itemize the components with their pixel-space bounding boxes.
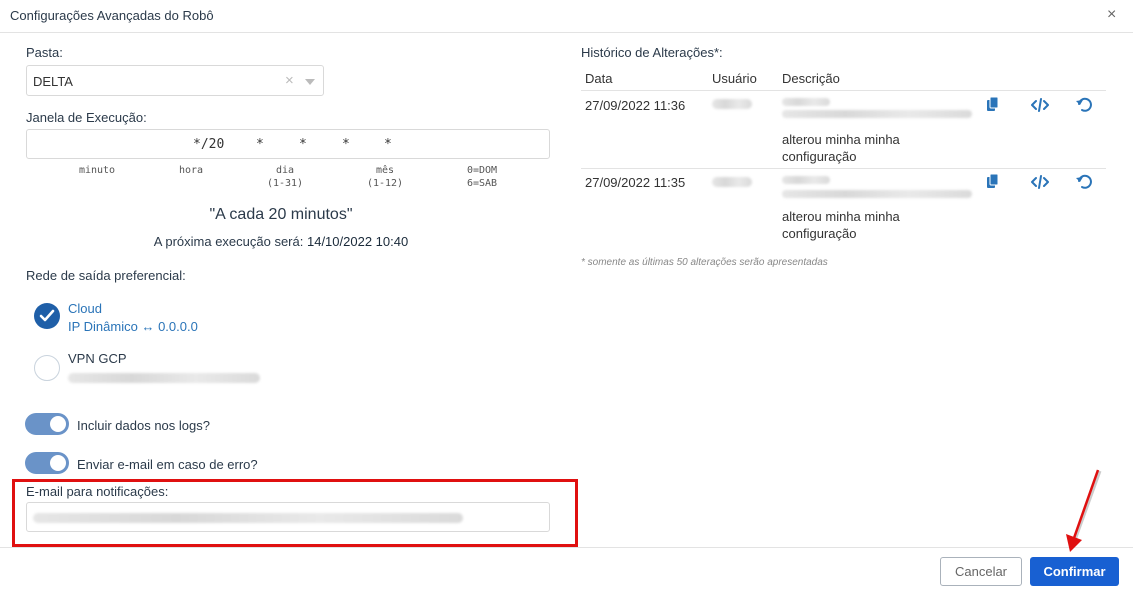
radio-vpn-gcp[interactable] — [34, 355, 60, 381]
next-execution: A próxima execução será: 14/10/2022 10:4… — [26, 234, 536, 249]
code-icon[interactable] — [1031, 173, 1049, 191]
historico-title: Histórico de Alterações*: — [581, 45, 723, 60]
col-header-data: Data — [585, 71, 613, 86]
historico-footnote: * somente as últimas 50 alterações serão… — [581, 257, 828, 268]
row1-date: 27/09/2022 11:36 — [585, 98, 686, 113]
table-header-divider — [581, 90, 1106, 91]
toggle-enviar-email[interactable] — [25, 452, 69, 474]
copy-icon[interactable] — [984, 173, 1002, 191]
code-icon[interactable] — [1031, 96, 1049, 114]
cancel-button[interactable]: Cancelar — [940, 557, 1022, 586]
vpn-ip-redacted — [68, 373, 260, 383]
arrow-annotation-icon — [1066, 469, 1102, 552]
row1-desc-line2: configuração — [782, 149, 857, 164]
pasta-value: DELTA — [33, 74, 73, 89]
cron-field-dia: dia (1-31) — [266, 165, 304, 189]
toggle-enviar-email-label: Enviar e-mail em caso de erro? — [77, 457, 258, 472]
cron-field-hora: hora — [178, 165, 204, 176]
row2-desc-line2: configuração — [782, 226, 857, 241]
email-label: E-mail para notificações: — [26, 484, 169, 499]
janela-label: Janela de Execução: — [26, 110, 147, 125]
chevron-down-icon[interactable] — [305, 79, 315, 85]
schedule-summary: "A cada 20 minutos" — [209, 206, 353, 223]
dialog-title: Configurações Avançadas do Robô — [10, 8, 214, 23]
confirm-button[interactable]: Confirmar — [1030, 557, 1119, 586]
row2-desc-redacted-2 — [782, 190, 972, 198]
cron-field-minuto: minuto — [78, 165, 116, 176]
option-cloud-subtitle: IP Dinâmico ↔ 0.0.0.0 — [68, 319, 198, 334]
email-value-redacted — [33, 513, 463, 523]
cron-field-semana: 0=DOM 6=SAB — [466, 165, 498, 189]
clear-icon[interactable]: × — [285, 72, 294, 89]
cron-hour-value: * — [256, 137, 264, 152]
cron-month-value: * — [342, 137, 350, 152]
next-execution-value: 14/10/2022 10:40 — [306, 234, 409, 249]
row1-desc-redacted-2 — [782, 110, 972, 118]
radio-cloud[interactable] — [34, 303, 60, 329]
pasta-select[interactable]: DELTA × — [26, 65, 324, 96]
option-cloud-title[interactable]: Cloud — [68, 301, 102, 316]
check-icon — [39, 309, 55, 322]
row1-user-redacted — [712, 99, 752, 109]
option-vpn-title[interactable]: VPN GCP — [68, 351, 127, 366]
toggle-incluir-logs-label: Incluir dados nos logs? — [77, 418, 210, 433]
footer-divider — [0, 547, 1133, 548]
row1-desc-line1: alterou minha minha — [782, 132, 900, 147]
col-header-usuario: Usuário — [712, 71, 757, 86]
cron-field-mes: mês (1-12) — [366, 165, 404, 189]
row-divider — [581, 168, 1106, 169]
row2-date: 27/09/2022 11:35 — [585, 175, 686, 190]
copy-icon[interactable] — [984, 96, 1002, 114]
pasta-label: Pasta: — [26, 45, 63, 60]
close-icon[interactable]: × — [1107, 6, 1116, 24]
header-divider — [0, 32, 1133, 33]
cron-day-value: * — [299, 137, 307, 152]
rede-label: Rede de saída preferencial: — [26, 268, 186, 283]
row2-user-redacted — [712, 177, 752, 187]
cron-input[interactable]: */20 * * * * — [26, 129, 550, 159]
email-input[interactable] — [26, 502, 550, 532]
toggle-knob — [50, 416, 66, 432]
next-execution-label: A próxima execução será: — [153, 234, 304, 249]
toggle-incluir-logs[interactable] — [25, 413, 69, 435]
row1-desc-redacted — [782, 98, 830, 106]
undo-icon[interactable] — [1075, 173, 1093, 191]
cron-weekday-value: * — [384, 137, 392, 152]
row2-desc-line1: alterou minha minha — [782, 209, 900, 224]
row2-desc-redacted — [782, 176, 830, 184]
undo-icon[interactable] — [1075, 96, 1093, 114]
col-header-descricao: Descrição — [782, 71, 840, 86]
toggle-knob — [50, 455, 66, 471]
cron-minute-value: */20 — [193, 137, 225, 152]
